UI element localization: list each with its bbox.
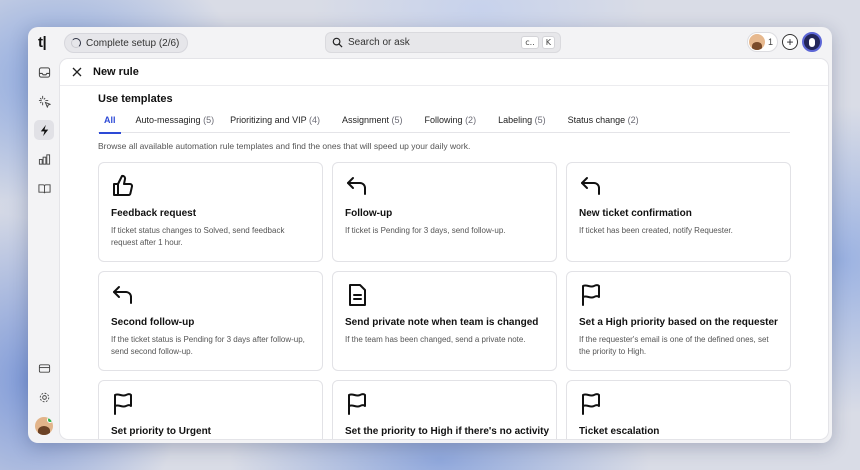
template-tabs: All Auto-messaging (5) Prioritizing and … — [98, 111, 790, 134]
sidebar-item-automation[interactable] — [34, 120, 54, 140]
flag-icon — [582, 284, 600, 306]
plus-icon: + — [786, 35, 794, 49]
lightning-icon — [40, 124, 48, 136]
new-rule-panel: New rule Use templates All Auto-messagin… — [60, 59, 828, 439]
add-button[interactable]: + — [782, 34, 798, 50]
card-description: If the team has been changed, send a pri… — [345, 335, 526, 344]
card-title: Feedback request — [111, 208, 197, 219]
search-shortcut: c.. K — [521, 36, 555, 49]
tab-label: Following — [424, 115, 463, 125]
tab-count: (4) — [308, 115, 320, 125]
tab-label: Status change — [567, 115, 626, 125]
template-card-new-ticket-confirmation[interactable]: New ticket confirmation If ticket has be… — [566, 162, 791, 262]
sidebar-item-inbox[interactable] — [34, 62, 54, 82]
tab-count: (5) — [391, 115, 403, 125]
close-icon — [72, 67, 82, 77]
user-avatar[interactable] — [35, 417, 53, 435]
card-description: If ticket status changes to Solved, send… — [111, 226, 285, 247]
card-description: If the requester's email is one of the d… — [579, 335, 769, 356]
search-input[interactable]: Search or ask c.. K — [325, 32, 561, 53]
profile-icon — [809, 37, 815, 47]
search-icon — [332, 37, 343, 48]
inbox-icon — [38, 66, 50, 78]
flag-icon — [114, 393, 132, 415]
tab-all[interactable]: All — [99, 111, 120, 134]
top-right-controls: 1 + — [746, 32, 822, 52]
card-title: New ticket confirmation — [579, 208, 692, 219]
reply-arrow-icon — [581, 177, 600, 195]
card-icon — [38, 363, 50, 373]
section-title: Use templates — [98, 93, 173, 105]
app-logo[interactable]: t| — [38, 34, 47, 51]
top-bar: t| Complete setup (2/6) Search or ask c.… — [28, 27, 832, 59]
agent-count: 1 — [767, 37, 773, 47]
flag-icon — [348, 393, 366, 415]
template-grid: Feedback request If ticket status change… — [98, 162, 792, 439]
tab-label: Labeling — [498, 115, 533, 125]
agents-online-button[interactable]: 1 — [746, 32, 778, 52]
setup-label: Complete setup (2/6) — [86, 37, 180, 49]
gear-icon — [39, 392, 49, 402]
sidebar-item-ai[interactable] — [34, 91, 54, 111]
card-description: If ticket is Pending for 3 days, send fo… — [345, 226, 506, 235]
template-card-private-note[interactable]: Send private note when team is changed I… — [332, 271, 557, 371]
template-card-feedback-request[interactable]: Feedback request If ticket status change… — [98, 162, 323, 262]
card-description: If ticket has been created, notify Reque… — [579, 226, 733, 235]
agent-avatar — [748, 34, 765, 50]
tab-label: Assignment — [341, 115, 389, 125]
reply-arrow-icon — [347, 177, 366, 195]
bar-chart-icon — [38, 153, 50, 165]
panel-header: New rule — [60, 59, 828, 86]
sidebar-item-billing[interactable] — [34, 358, 54, 378]
shortcut-key-modifier: c.. — [521, 36, 539, 49]
tab-count: (5) — [203, 115, 215, 125]
card-description: If the ticket status is Pending for 3 da… — [111, 335, 305, 356]
template-card-priority-urgent[interactable]: Set priority to Urgent — [98, 380, 323, 439]
app-window: t| Complete setup (2/6) Search or ask c.… — [28, 27, 832, 443]
flag-icon — [582, 393, 600, 415]
thumbs-up-icon — [113, 174, 134, 196]
card-title: Set a High priority based on the request… — [579, 317, 778, 328]
templates-description: Browse all available automation rule tem… — [98, 141, 471, 151]
tab-auto-messaging[interactable]: Auto-messaging (5) — [136, 111, 215, 133]
reply-arrow-icon — [113, 286, 132, 304]
tab-labeling[interactable]: Labeling (5) — [498, 111, 546, 133]
complete-setup-button[interactable]: Complete setup (2/6) — [64, 33, 189, 53]
sidebar-item-reports[interactable] — [34, 149, 54, 169]
template-card-priority-high-no-activity[interactable]: Set the priority to High if there's no a… — [332, 380, 557, 439]
tab-label: Prioritizing and VIP — [230, 115, 307, 125]
card-title: Follow-up — [345, 208, 393, 219]
sparkle-icon — [38, 95, 51, 108]
progress-ring-icon — [71, 38, 81, 48]
card-title: Set the priority to High if there's no a… — [345, 426, 550, 437]
close-button[interactable] — [70, 65, 84, 79]
tab-label: All — [104, 115, 116, 125]
sidebar-item-knowledge[interactable] — [34, 178, 54, 198]
document-icon — [349, 284, 366, 306]
card-title: Send private note when team is changed — [345, 317, 539, 328]
sidebar — [28, 59, 58, 443]
tab-count: (2) — [627, 115, 639, 125]
tab-following[interactable]: Following (2) — [425, 111, 477, 133]
tab-status-change[interactable]: Status change (2) — [568, 111, 639, 133]
tab-label: Auto-messaging — [135, 115, 201, 125]
book-icon — [37, 183, 51, 193]
panel-title: New rule — [93, 66, 139, 78]
card-title: Set priority to Urgent — [111, 426, 212, 437]
profile-button[interactable] — [802, 32, 822, 52]
template-card-follow-up[interactable]: Follow-up If ticket is Pending for 3 day… — [332, 162, 557, 262]
tab-count: (5) — [534, 115, 546, 125]
tab-count: (2) — [465, 115, 477, 125]
template-card-second-follow-up[interactable]: Second follow-up If the ticket status is… — [98, 271, 323, 371]
shortcut-key-k: K — [541, 36, 555, 49]
sidebar-item-settings[interactable] — [34, 387, 54, 407]
card-title: Second follow-up — [111, 317, 195, 328]
template-card-high-priority-requester[interactable]: Set a High priority based on the request… — [566, 271, 791, 371]
online-status-dot — [47, 417, 53, 423]
tab-assignment[interactable]: Assignment (5) — [342, 111, 403, 133]
card-title: Ticket escalation — [579, 426, 660, 437]
tab-prioritizing-vip[interactable]: Prioritizing and VIP (4) — [230, 111, 320, 133]
template-card-ticket-escalation[interactable]: Ticket escalation — [566, 380, 791, 439]
search-placeholder: Search or ask — [348, 37, 410, 48]
